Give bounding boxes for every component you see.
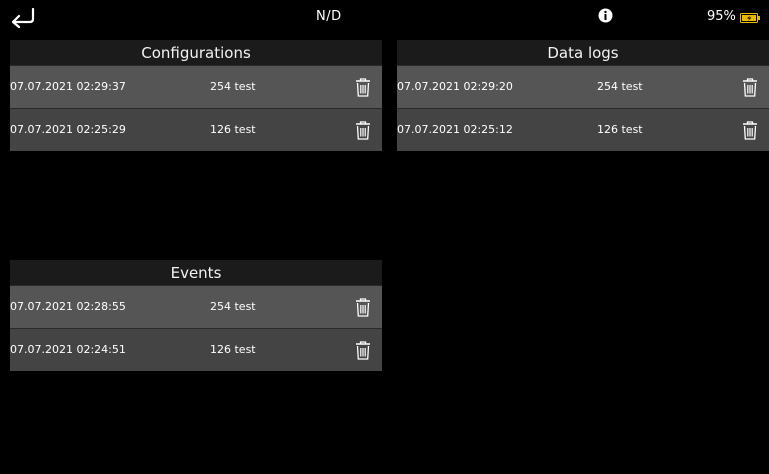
row-name: 254 test (210, 300, 256, 313)
row-date: 07.07.2021 02:28:55 (10, 300, 126, 313)
row-name: 126 test (210, 343, 256, 356)
configurations-panel: Configurations 07.07.2021 02:29:37 254 t… (10, 40, 382, 151)
list-item[interactable]: 07.07.2021 02:29:37 254 test (10, 65, 382, 108)
trash-icon[interactable] (355, 78, 371, 97)
row-date: 07.07.2021 02:25:29 (10, 123, 126, 136)
events-panel: Events 07.07.2021 02:28:55 254 test 07.0… (10, 260, 382, 371)
panel-title: Data logs (397, 40, 769, 65)
list-item[interactable]: 07.07.2021 02:28:55 254 test (10, 285, 382, 328)
battery-percent: 95% (707, 9, 736, 24)
list-item[interactable]: 07.07.2021 02:25:29 126 test (10, 108, 382, 151)
row-name: 126 test (597, 123, 643, 136)
battery-charging-icon (740, 13, 760, 23)
panel-title: Configurations (10, 40, 382, 65)
row-name: 126 test (210, 123, 256, 136)
data-logs-panel: Data logs 07.07.2021 02:29:20 254 test 0… (397, 40, 769, 151)
trash-icon[interactable] (355, 121, 371, 140)
list-item[interactable]: 07.07.2021 02:24:51 126 test (10, 328, 382, 371)
trash-icon[interactable] (355, 341, 371, 360)
list-item[interactable]: 07.07.2021 02:29:20 254 test (397, 65, 769, 108)
status-text: N/D (316, 9, 342, 24)
trash-icon[interactable] (742, 121, 758, 140)
status-bar: N/D 95% (0, 0, 769, 40)
row-name: 254 test (210, 80, 256, 93)
info-icon[interactable] (598, 8, 613, 23)
row-name: 254 test (597, 80, 643, 93)
row-date: 07.07.2021 02:29:20 (397, 80, 513, 93)
row-date: 07.07.2021 02:29:37 (10, 80, 126, 93)
row-date: 07.07.2021 02:25:12 (397, 123, 513, 136)
trash-icon[interactable] (742, 78, 758, 97)
back-arrow-icon[interactable] (6, 6, 36, 28)
row-date: 07.07.2021 02:24:51 (10, 343, 126, 356)
list-item[interactable]: 07.07.2021 02:25:12 126 test (397, 108, 769, 151)
trash-icon[interactable] (355, 298, 371, 317)
panel-title: Events (10, 260, 382, 285)
